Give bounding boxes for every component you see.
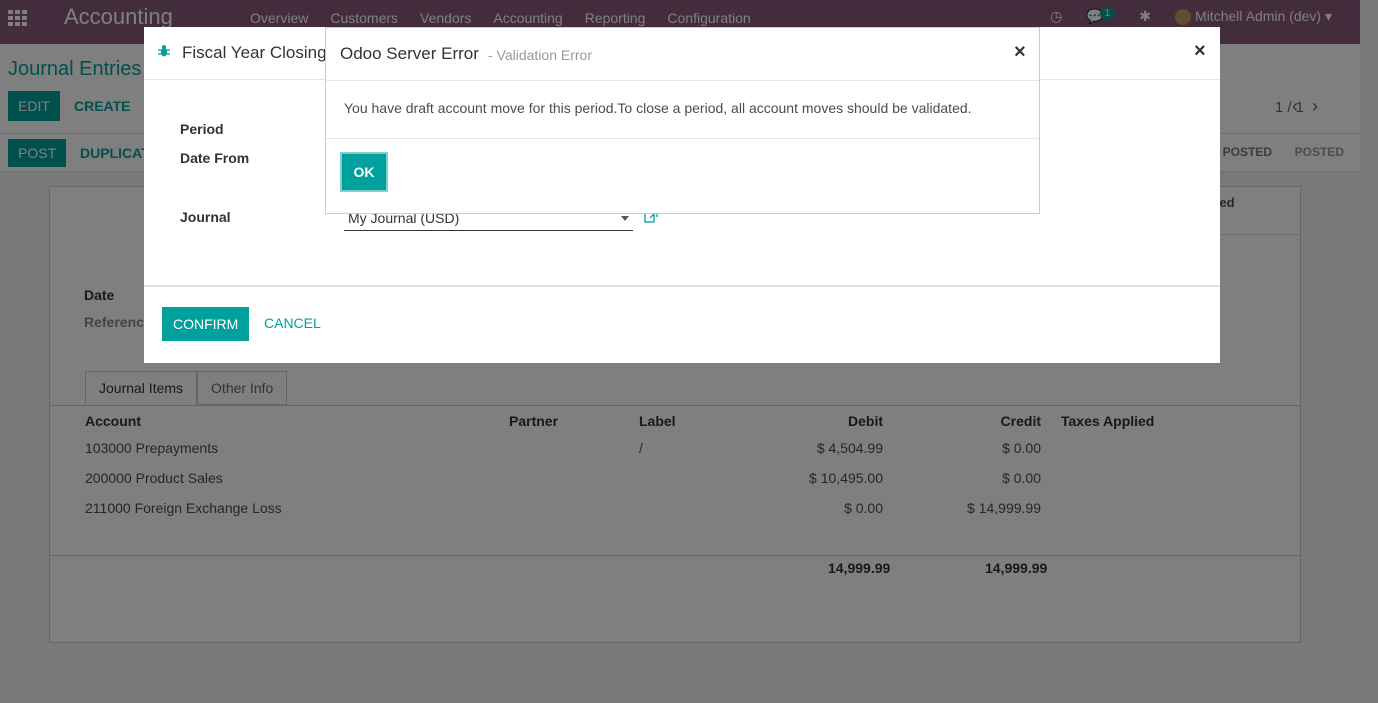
error-message: You have draft account move for this per… (344, 100, 972, 116)
chevron-down-icon (621, 216, 629, 221)
error-dialog-header: Odoo Server Error - Validation Error × (326, 28, 1039, 81)
ok-button[interactable]: OK (342, 154, 386, 190)
dialog-footer: CONFIRM CANCEL (144, 285, 1220, 363)
date-from-label: Date From (180, 150, 250, 166)
bug-icon (158, 45, 170, 57)
divider (326, 138, 1039, 139)
error-subtitle: - Validation Error (488, 47, 593, 63)
close-icon[interactable]: × (1194, 40, 1206, 63)
confirm-button[interactable]: CONFIRM (162, 307, 250, 341)
period-label: Period (180, 121, 224, 137)
cancel-button[interactable]: CANCEL (264, 315, 321, 331)
error-title: Odoo Server Error (340, 44, 479, 63)
close-icon[interactable]: × (1014, 41, 1026, 64)
dialog-title: Fiscal Year Closing (182, 43, 327, 62)
journal-label: Journal (180, 209, 231, 225)
server-error-dialog: Odoo Server Error - Validation Error × Y… (325, 27, 1040, 214)
